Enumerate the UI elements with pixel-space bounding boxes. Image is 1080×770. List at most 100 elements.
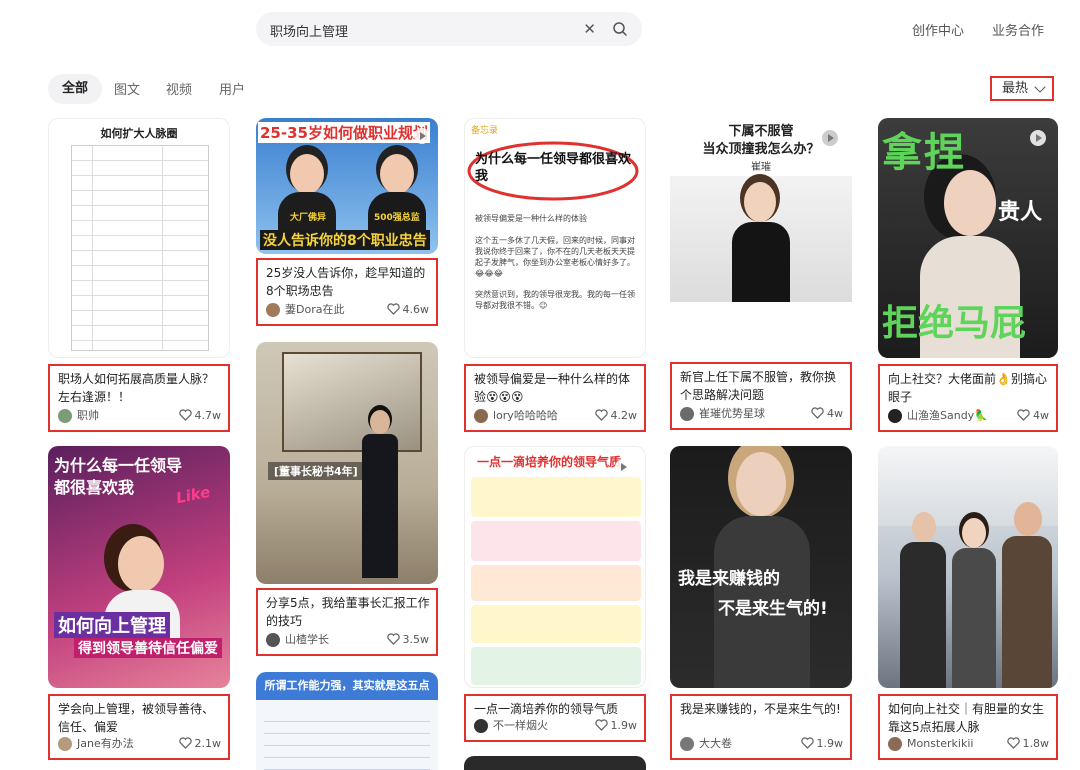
card-info[interactable]: 被领导偏爱是一种什么样的体验😵😵😵 lory哈哈哈哈 4.2w <box>464 364 646 432</box>
tab-image-text[interactable]: 图文 <box>114 79 140 98</box>
card-info[interactable]: 分享5点，我给董事长汇报工作的技巧 山楂学长 3.5w <box>256 588 438 656</box>
heart-icon[interactable] <box>386 303 400 315</box>
author-name[interactable]: 不一样烟火 <box>493 719 548 733</box>
heart-icon[interactable] <box>1006 737 1020 749</box>
avatar[interactable] <box>266 303 280 317</box>
author-name[interactable]: 崔璀优势星球 <box>699 407 765 421</box>
chevron-down-icon <box>1034 81 1046 93</box>
card-title[interactable]: 职场人如何拓展高质量人脉？左右逢源！！ <box>58 370 222 406</box>
play-icon <box>414 128 430 144</box>
avatar[interactable] <box>474 719 488 733</box>
like-count[interactable]: 4w <box>1017 409 1049 423</box>
search-input[interactable]: 职场向上管理 <box>270 21 348 40</box>
card-title[interactable]: 被领导偏爱是一种什么样的体验😵😵😵 <box>474 370 638 406</box>
mindmap-lines <box>264 710 430 770</box>
business-link[interactable]: 业务合作 <box>992 20 1044 39</box>
like-count-value: 1.9w <box>610 719 638 732</box>
card-cover[interactable] <box>878 446 1058 688</box>
card-cover[interactable]: 所谓工作能力强，其实就是这五点 <box>256 672 438 770</box>
card-info[interactable]: 职场人如何拓展高质量人脉？左右逢源！！ 职帅 4.7w <box>48 364 230 432</box>
cover-tag-2: 500强总监 <box>374 213 420 223</box>
card-cover[interactable]: 为什么每一任领导 都很喜欢我 Like 如何向上管理 得到领导善待信任偏爱 <box>48 446 230 688</box>
cover-line-1: 一点一滴培养你的领导气质 <box>477 455 622 469</box>
like-count-value: 4.2w <box>610 409 638 422</box>
card-title[interactable]: 新官上任下属不服管，教你换个思路解决问题 <box>680 368 844 404</box>
card-title[interactable]: 我是来赚钱的，不是来生气的! <box>680 700 844 718</box>
card-cover[interactable]: 如何扩大人脉圈 <box>48 118 230 358</box>
like-count[interactable]: 4w <box>811 407 843 421</box>
heart-icon[interactable] <box>178 409 192 421</box>
card-info[interactable]: 我是来赚钱的，不是来生气的! 大大卷 1.9w <box>670 694 852 760</box>
person-figure <box>360 410 400 578</box>
heart-icon[interactable] <box>811 407 824 419</box>
search-bar[interactable]: 职场向上管理 ✕ <box>256 12 642 46</box>
cover-tag-1: 大厂佛异 <box>290 213 327 223</box>
cover-line-3: 拒绝马屁 <box>882 303 1027 344</box>
avatar[interactable] <box>888 409 902 423</box>
card-cover[interactable]: 25-35岁如何做职业规划 大厂佛异 500强总监 没人告诉你的8个职业忠告 <box>256 118 438 254</box>
avatar[interactable] <box>266 633 280 647</box>
sort-dropdown[interactable]: 最热 <box>990 76 1054 101</box>
heart-icon[interactable] <box>594 409 608 421</box>
card-cover[interactable] <box>464 756 646 770</box>
card-cover[interactable]: 我是来赚钱的 不是来生气的! <box>670 446 852 688</box>
avatar[interactable] <box>474 409 488 423</box>
card-cover[interactable]: [董事长秘书4年] <box>256 342 438 584</box>
author-name[interactable]: lory哈哈哈哈 <box>493 409 558 423</box>
card-cover[interactable]: 一点一滴培养你的领导气质 <box>464 446 646 688</box>
author-name[interactable]: 山渔渔Sandy🦜 <box>907 409 988 423</box>
avatar[interactable] <box>680 737 694 751</box>
avatar[interactable] <box>680 407 694 421</box>
tab-video[interactable]: 视频 <box>166 79 192 98</box>
like-count[interactable]: 1.8w <box>1006 737 1049 751</box>
author-name[interactable]: 萋Dora在此 <box>285 303 344 317</box>
author-name[interactable]: 职帅 <box>77 409 99 423</box>
heart-icon[interactable] <box>594 719 608 731</box>
heart-icon[interactable] <box>178 737 192 749</box>
card-title[interactable]: 向上社交？大佬面前👌别搞心眼子 <box>888 370 1050 406</box>
card-title[interactable]: 分享5点，我给董事长汇报工作的技巧 <box>266 594 430 630</box>
author-name[interactable]: 大大卷 <box>699 737 732 751</box>
author-name[interactable]: 山楂学长 <box>285 633 329 647</box>
cover-line-2: 都很喜欢我 <box>54 478 135 497</box>
like-count[interactable]: 4.7w <box>178 409 221 423</box>
card-cover[interactable]: 拿捏 贵人 拒绝马屁 <box>878 118 1058 358</box>
author-name[interactable]: Jane有办法 <box>77 737 134 751</box>
like-count[interactable]: 4.2w <box>594 409 638 423</box>
card-title[interactable]: 25岁没人告诉你，趁早知道的8个职场忠告 <box>266 264 430 300</box>
like-count[interactable]: 1.9w <box>594 719 638 733</box>
avatar[interactable] <box>58 737 72 751</box>
play-icon <box>615 459 631 475</box>
cover-line-3: 崔璀 <box>751 162 771 173</box>
card-info[interactable]: 学会向上管理，被领导善待、信任、偏爱 Jane有办法 2.1w <box>48 694 230 760</box>
heart-icon[interactable] <box>800 737 814 749</box>
card-info[interactable]: 新官上任下属不服管，教你换个思路解决问题 崔璀优势星球 4w <box>670 362 852 430</box>
avatar[interactable] <box>58 409 72 423</box>
card-info[interactable]: 25岁没人告诉你，趁早知道的8个职场忠告 萋Dora在此 4.6w <box>256 258 438 326</box>
like-count[interactable]: 3.5w <box>386 633 429 647</box>
mindmap-band <box>471 565 641 601</box>
card-title[interactable]: 一点一滴培养你的领导气质 <box>474 700 638 718</box>
avatar[interactable] <box>888 737 902 751</box>
card-title[interactable]: 学会向上管理，被领导善待、信任、偏爱 <box>58 700 222 736</box>
card-cover[interactable]: 备忘录 为什么每一任领导都很喜欢我 被领导偏爱是一种什么样的体验 这个五一多休了… <box>464 118 646 358</box>
like-count-value: 4.6w <box>402 303 430 316</box>
cover-line-1: 为什么每一任领导都很喜欢我 <box>475 152 632 184</box>
card-info[interactable]: 一点一滴培养你的领导气质 不一样烟火 1.9w <box>464 694 646 742</box>
card-title[interactable]: 如何向上社交｜有胆量的女生靠这5点拓展人脉 <box>888 700 1050 736</box>
card-info[interactable]: 向上社交？大佬面前👌别搞心眼子 山渔渔Sandy🦜 4w <box>878 364 1058 432</box>
like-count[interactable]: 2.1w <box>178 737 221 751</box>
card-cover[interactable]: 下属不服管 当众顶撞我怎么办？ 崔璀 <box>670 118 852 358</box>
author-name[interactable]: Monsterkikii <box>907 737 973 751</box>
creator-center-link[interactable]: 创作中心 <box>912 20 964 39</box>
heart-icon[interactable] <box>1017 409 1030 421</box>
search-icon[interactable] <box>612 21 628 37</box>
like-count[interactable]: 1.9w <box>800 737 843 751</box>
tab-all[interactable]: 全部 <box>48 74 102 104</box>
tab-users[interactable]: 用户 <box>219 79 245 98</box>
person-figure <box>900 512 946 688</box>
card-info[interactable]: 如何向上社交｜有胆量的女生靠这5点拓展人脉 Monsterkikii 1.8w <box>878 694 1058 760</box>
close-icon[interactable]: ✕ <box>583 20 596 38</box>
heart-icon[interactable] <box>386 633 400 645</box>
like-count[interactable]: 4.6w <box>386 303 430 317</box>
